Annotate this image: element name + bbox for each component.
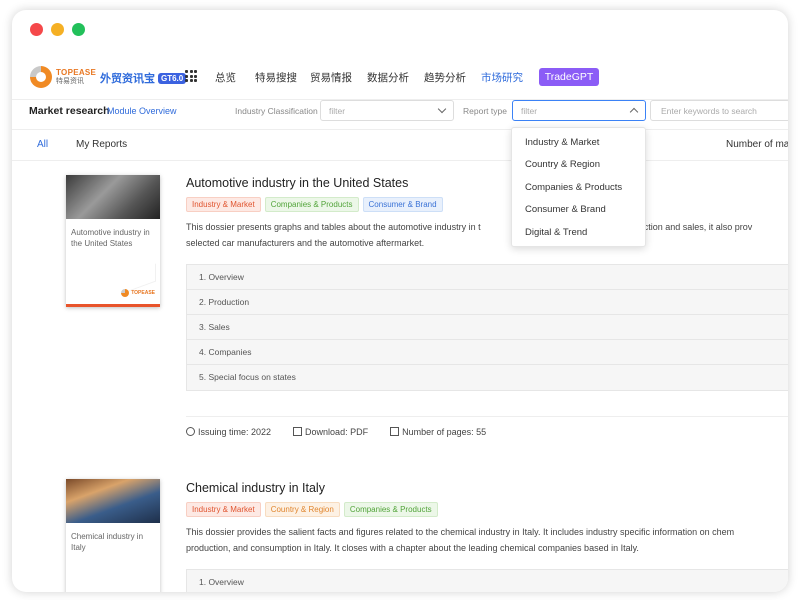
nav-data-analysis[interactable]: 数据分析 — [367, 70, 409, 85]
tag[interactable]: Industry & Market — [186, 197, 261, 212]
app-window: TOPEASE 特易资讯 外贸资讯宝 GT6.0 总览 特易搜搜 贸易情报 数据… — [12, 10, 788, 592]
report-type-label: Report type — [463, 106, 507, 116]
report-meta: Issuing time: 2022 Download: PDF Number … — [186, 416, 788, 437]
chevron-up-icon — [629, 107, 639, 117]
tab-all[interactable]: All — [37, 139, 48, 150]
table-of-contents: 1. Overview 2. Production 3. Sales 4. Co… — [186, 264, 788, 391]
tag[interactable]: Consumer & Brand — [362, 197, 443, 212]
module-overview-link[interactable]: Module Overview — [107, 106, 177, 116]
industry-label: Industry Classification — [235, 106, 318, 116]
report-description: This dossier provides the salient facts … — [186, 527, 735, 553]
cover-image — [66, 479, 160, 523]
cover-title: Automotive industry in the United States — [71, 228, 150, 248]
nav-market-research[interactable]: 市场研究 — [481, 70, 523, 85]
nav-overview[interactable]: 总览 — [215, 70, 236, 85]
logo-en: TOPEASE — [56, 68, 97, 77]
product-name[interactable]: 外贸资讯宝 GT6.0 — [100, 70, 187, 86]
tab-my-reports[interactable]: My Reports — [76, 139, 127, 150]
dropdown-option[interactable]: Digital & Trend — [512, 222, 645, 244]
chevron-down-icon — [437, 104, 447, 114]
folder-icon — [293, 427, 303, 436]
page-title: Market research — [29, 105, 110, 117]
cover-title: Chemical industry in Italy — [71, 532, 144, 552]
window-controls — [30, 23, 85, 36]
report-type-select[interactable]: filter — [512, 100, 646, 121]
clock-icon — [186, 427, 195, 436]
top-nav: TOPEASE 特易资讯 外贸资讯宝 GT6.0 总览 特易搜搜 贸易情报 数据… — [12, 54, 788, 100]
logo-cn: 特易资讯 — [56, 78, 84, 85]
keyword-search-input[interactable]: Enter keywords to search — [650, 100, 788, 121]
dropdown-option[interactable]: Country & Region — [512, 154, 645, 176]
dropdown-option[interactable]: Industry & Market — [512, 132, 645, 154]
toc-item[interactable]: 1. Overview — [187, 265, 788, 290]
report-tags: Industry & Market Companies & Products C… — [186, 197, 443, 212]
page-count: Number of pages: 55 — [390, 427, 486, 437]
report-cover[interactable]: Chemical industry in Italy — [66, 479, 160, 592]
report-tabs: All My Reports Number of ma — [12, 131, 788, 161]
version-badge: GT6.0 — [158, 72, 187, 84]
industry-select[interactable]: filter — [320, 100, 454, 121]
report-title[interactable]: Automotive industry in the United States — [186, 176, 408, 190]
toc-item[interactable]: 2. Production — [187, 290, 788, 315]
filter-bar: Market research Module Overview Industry… — [12, 100, 788, 130]
logo-icon — [30, 66, 52, 88]
issuing-time: Issuing time: 2022 — [186, 427, 271, 437]
tag[interactable]: Companies & Products — [343, 502, 438, 517]
nav-search[interactable]: 特易搜搜 — [255, 70, 297, 85]
toc-item[interactable]: 3. Sales — [187, 315, 788, 340]
nav-trend-analysis[interactable]: 趋势分析 — [424, 70, 466, 85]
table-of-contents: 1. Overview — [186, 569, 788, 592]
apps-grid-icon[interactable] — [185, 70, 197, 82]
toc-item[interactable]: 4. Companies — [187, 340, 788, 365]
toc-item[interactable]: 1. Overview — [187, 570, 788, 592]
minimize-dot[interactable] — [51, 23, 64, 36]
report-type-dropdown: Industry & Market Country & Region Compa… — [511, 127, 646, 247]
tradegpt-button[interactable]: TradeGPT — [539, 68, 599, 86]
document-icon — [390, 427, 400, 436]
toc-item[interactable]: 5. Special focus on states — [187, 365, 788, 390]
cover-logo: TOPEASE — [121, 289, 155, 297]
report-title[interactable]: Chemical industry in Italy — [186, 481, 325, 495]
maximize-dot[interactable] — [72, 23, 85, 36]
nav-trade-intel[interactable]: 贸易情报 — [310, 70, 352, 85]
report-tags: Industry & Market Country & Region Compa… — [186, 502, 438, 517]
cover-image — [66, 175, 160, 219]
report-description: This dossier presents graphs and tables … — [186, 222, 753, 248]
tag[interactable]: Industry & Market — [186, 502, 261, 517]
dropdown-option[interactable]: Consumer & Brand — [512, 199, 645, 221]
sort-number-of-pages[interactable]: Number of ma — [726, 139, 788, 150]
close-dot[interactable] — [30, 23, 43, 36]
report-cover[interactable]: Automotive industry in the United States… — [66, 175, 160, 307]
tag[interactable]: Country & Region — [264, 502, 340, 517]
download-format[interactable]: Download: PDF — [293, 427, 368, 437]
topease-logo[interactable]: TOPEASE 特易资讯 — [30, 66, 96, 88]
dropdown-option[interactable]: Companies & Products — [512, 177, 645, 199]
tag[interactable]: Companies & Products — [264, 197, 359, 212]
